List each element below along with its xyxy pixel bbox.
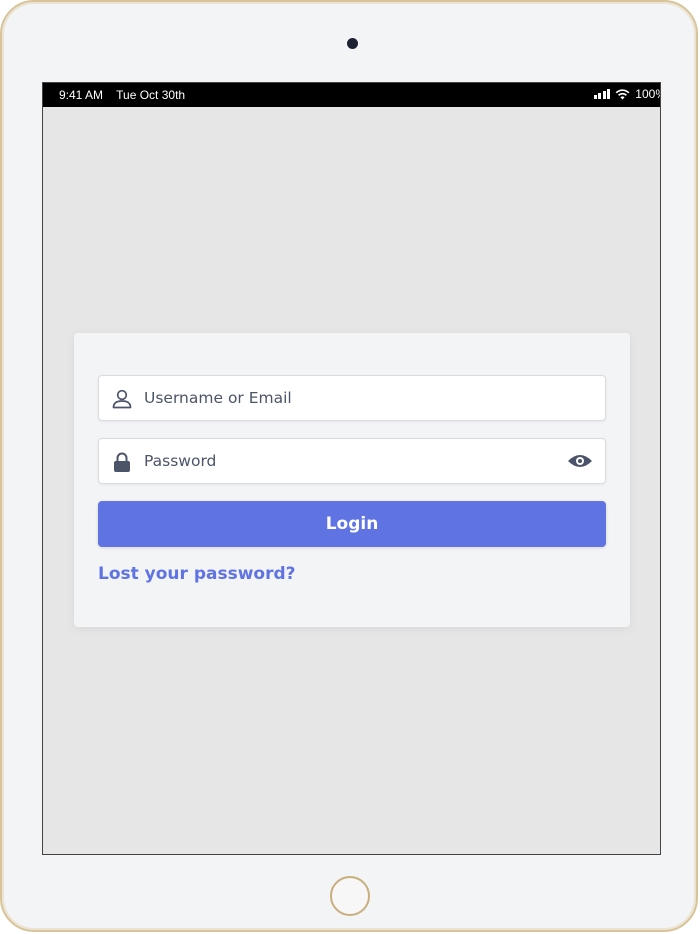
eye-icon[interactable] — [567, 452, 593, 470]
password-input[interactable] — [144, 439, 554, 483]
status-bar: 9:41 AM Tue Oct 30th 100% — [43, 83, 660, 107]
battery-percent: 100% — [635, 87, 660, 101]
password-field[interactable] — [98, 438, 606, 484]
username-field[interactable] — [98, 375, 606, 421]
status-left: 9:41 AM Tue Oct 30th — [59, 88, 195, 102]
screen: 9:41 AM Tue Oct 30th 100% — [42, 82, 661, 855]
front-camera — [347, 38, 358, 49]
cellular-signal-icon — [593, 89, 611, 99]
username-input[interactable] — [144, 376, 554, 420]
status-right: 100% — [593, 87, 660, 101]
status-date: Tue Oct 30th — [116, 88, 186, 102]
wifi-icon — [615, 88, 630, 99]
login-button[interactable]: Login — [98, 501, 606, 547]
status-time: 9:41 AM — [59, 88, 104, 102]
tablet-frame: 9:41 AM Tue Oct 30th 100% — [0, 0, 698, 932]
lock-icon — [114, 452, 130, 472]
login-card: Login Lost your password? — [74, 333, 630, 627]
home-button[interactable] — [330, 876, 370, 916]
user-icon — [112, 389, 132, 409]
lost-password-link[interactable]: Lost your password? — [98, 564, 296, 584]
